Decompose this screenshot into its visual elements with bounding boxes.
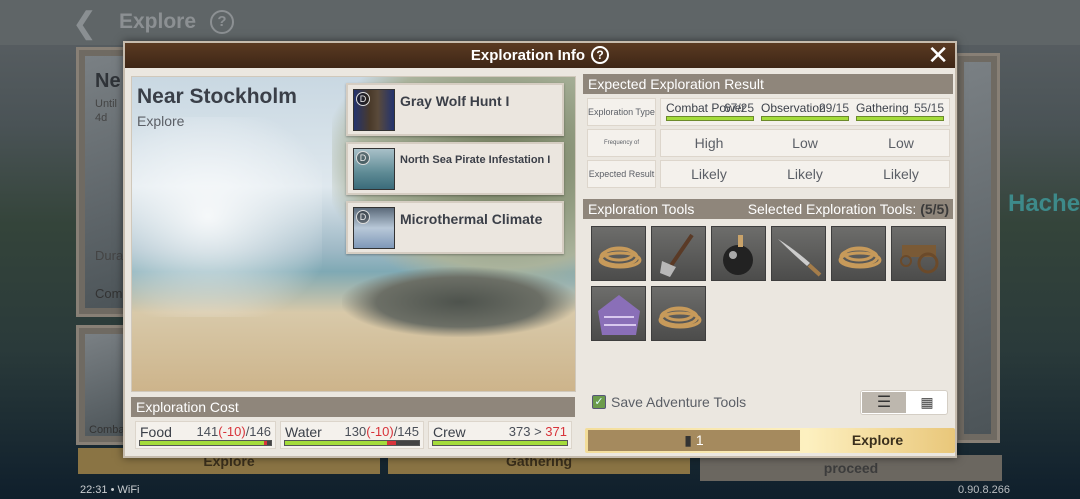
- result-value: Likely: [883, 166, 919, 182]
- tool-slot[interactable]: [591, 286, 646, 341]
- row-label: Frequency of appearance: [587, 129, 656, 172]
- expected-result-row: Likely Likely Likely: [660, 160, 950, 188]
- exploration-info-dialog: Exploration Info? ✕ Near Stockholm Explo…: [123, 41, 957, 458]
- grid-view-icon[interactable]: ▦: [906, 392, 948, 413]
- crew-label: Crew: [433, 424, 466, 440]
- back-button[interactable]: ❮: [72, 6, 97, 41]
- water-bar: [284, 440, 420, 446]
- water-cost: Water 130(-10)/145: [280, 421, 424, 449]
- wolf-hunt-icon: D: [353, 89, 395, 131]
- tool-slot[interactable]: [891, 226, 946, 281]
- frequency-value: Low: [792, 135, 818, 151]
- climate-icon: D: [353, 207, 395, 249]
- frequency-value: High: [694, 135, 724, 151]
- water-current: 130: [344, 424, 367, 439]
- pirate-icon: D: [353, 148, 395, 190]
- selected-tools-count: Selected Exploration Tools: (5/5): [747, 201, 949, 217]
- water-delta: (-10): [366, 424, 394, 439]
- row-label: Exploration Type: [587, 98, 656, 126]
- location-type: Explore: [137, 113, 185, 129]
- event-card[interactable]: D Microthermal Climate: [346, 201, 564, 254]
- close-button[interactable]: ✕: [927, 42, 949, 68]
- tool-grid: [591, 226, 953, 341]
- tool-slot[interactable]: [831, 226, 886, 281]
- screen-title: Explore: [119, 10, 197, 33]
- tool-slot[interactable]: [651, 226, 706, 281]
- event-name: North Sea Pirate Infestation I: [400, 154, 551, 166]
- food-current: 141: [196, 424, 219, 439]
- crew-current: 373 >: [508, 424, 546, 439]
- tool-slot[interactable]: [711, 226, 766, 281]
- view-toggle: ☰ ▦: [860, 390, 948, 415]
- save-tools-label[interactable]: Save Adventure Tools: [611, 394, 746, 410]
- food-max: /146: [245, 424, 271, 439]
- card-combat: Com: [95, 286, 123, 301]
- frequency-row: High Low Low: [660, 129, 950, 157]
- location-name: Near Stockholm: [137, 85, 297, 108]
- food-cost: Food 141(-10)/146: [135, 421, 276, 449]
- background-text-hache: Hache: [1008, 190, 1080, 217]
- list-view-icon[interactable]: ☰: [862, 392, 906, 413]
- event-name: Microthermal Climate: [400, 211, 543, 227]
- ticket-icon: ▮: [684, 432, 693, 448]
- exploration-tools-header: Exploration Tools Selected Exploration T…: [583, 199, 953, 219]
- dialog-title-bar: Exploration Info?: [125, 43, 955, 68]
- event-card[interactable]: D Gray Wolf Hunt I: [346, 83, 564, 136]
- tool-slot[interactable]: [591, 226, 646, 281]
- poncho-icon: [598, 295, 640, 335]
- crew-cost: Crew 373 > 371: [428, 421, 572, 449]
- card-time: 4d: [95, 112, 108, 124]
- card-until: Until: [95, 98, 118, 110]
- expected-result-header: Expected Exploration Result: [583, 74, 953, 94]
- water-max: /145: [393, 424, 419, 439]
- rope-icon: [658, 306, 702, 329]
- rope-icon: [838, 246, 882, 269]
- food-label: Food: [140, 424, 172, 440]
- frequency-value: Low: [888, 135, 914, 151]
- exploration-type-row: Combat Power 67/25 Observation 29/15 Gathe…: [660, 98, 950, 126]
- result-value: Likely: [787, 166, 823, 182]
- version-label: 0.90.8.266: [958, 484, 1010, 496]
- card-title: Ne: [95, 70, 121, 92]
- bomb-icon: [723, 235, 753, 275]
- ticket-count: ▮ 1: [588, 430, 800, 451]
- rope-icon: [598, 246, 642, 269]
- result-value: Likely: [691, 166, 727, 182]
- crew-bar: [432, 440, 568, 446]
- food-bar: [139, 440, 272, 446]
- card-duration: Dura: [95, 248, 124, 263]
- food-delta: (-10): [218, 424, 246, 439]
- tools-title: Exploration Tools: [588, 201, 695, 217]
- help-icon[interactable]: ?: [210, 10, 234, 34]
- machete-icon: [778, 239, 822, 277]
- explore-action-bar: ▮ 1 Explore: [585, 428, 955, 453]
- card-combat-2: Comba: [89, 424, 125, 436]
- cart-icon: [900, 245, 939, 274]
- help-icon[interactable]: ?: [591, 46, 610, 64]
- axe-icon: [660, 233, 694, 277]
- dialog-title: Exploration Info: [470, 47, 586, 64]
- water-label: Water: [285, 424, 322, 440]
- tool-slot[interactable]: [651, 286, 706, 341]
- save-tools-checkbox[interactable]: ✓: [592, 395, 606, 409]
- tool-slot[interactable]: [771, 226, 826, 281]
- explore-button[interactable]: Explore: [800, 428, 955, 453]
- crew-after: 371: [545, 424, 567, 439]
- background-proceed-button[interactable]: proceed: [700, 455, 1002, 481]
- status-bar: 22:31 • WiFi: [80, 484, 140, 496]
- background-right-card[interactable]: [955, 53, 1000, 443]
- exploration-cost-header: Exploration Cost: [131, 397, 575, 417]
- event-card[interactable]: D North Sea Pirate Infestation I: [346, 142, 564, 195]
- clock: 22:31: [80, 484, 108, 496]
- wifi-status: WiFi: [117, 484, 140, 496]
- event-name: Gray Wolf Hunt I: [400, 93, 510, 109]
- row-label: Expected Result: [587, 160, 656, 188]
